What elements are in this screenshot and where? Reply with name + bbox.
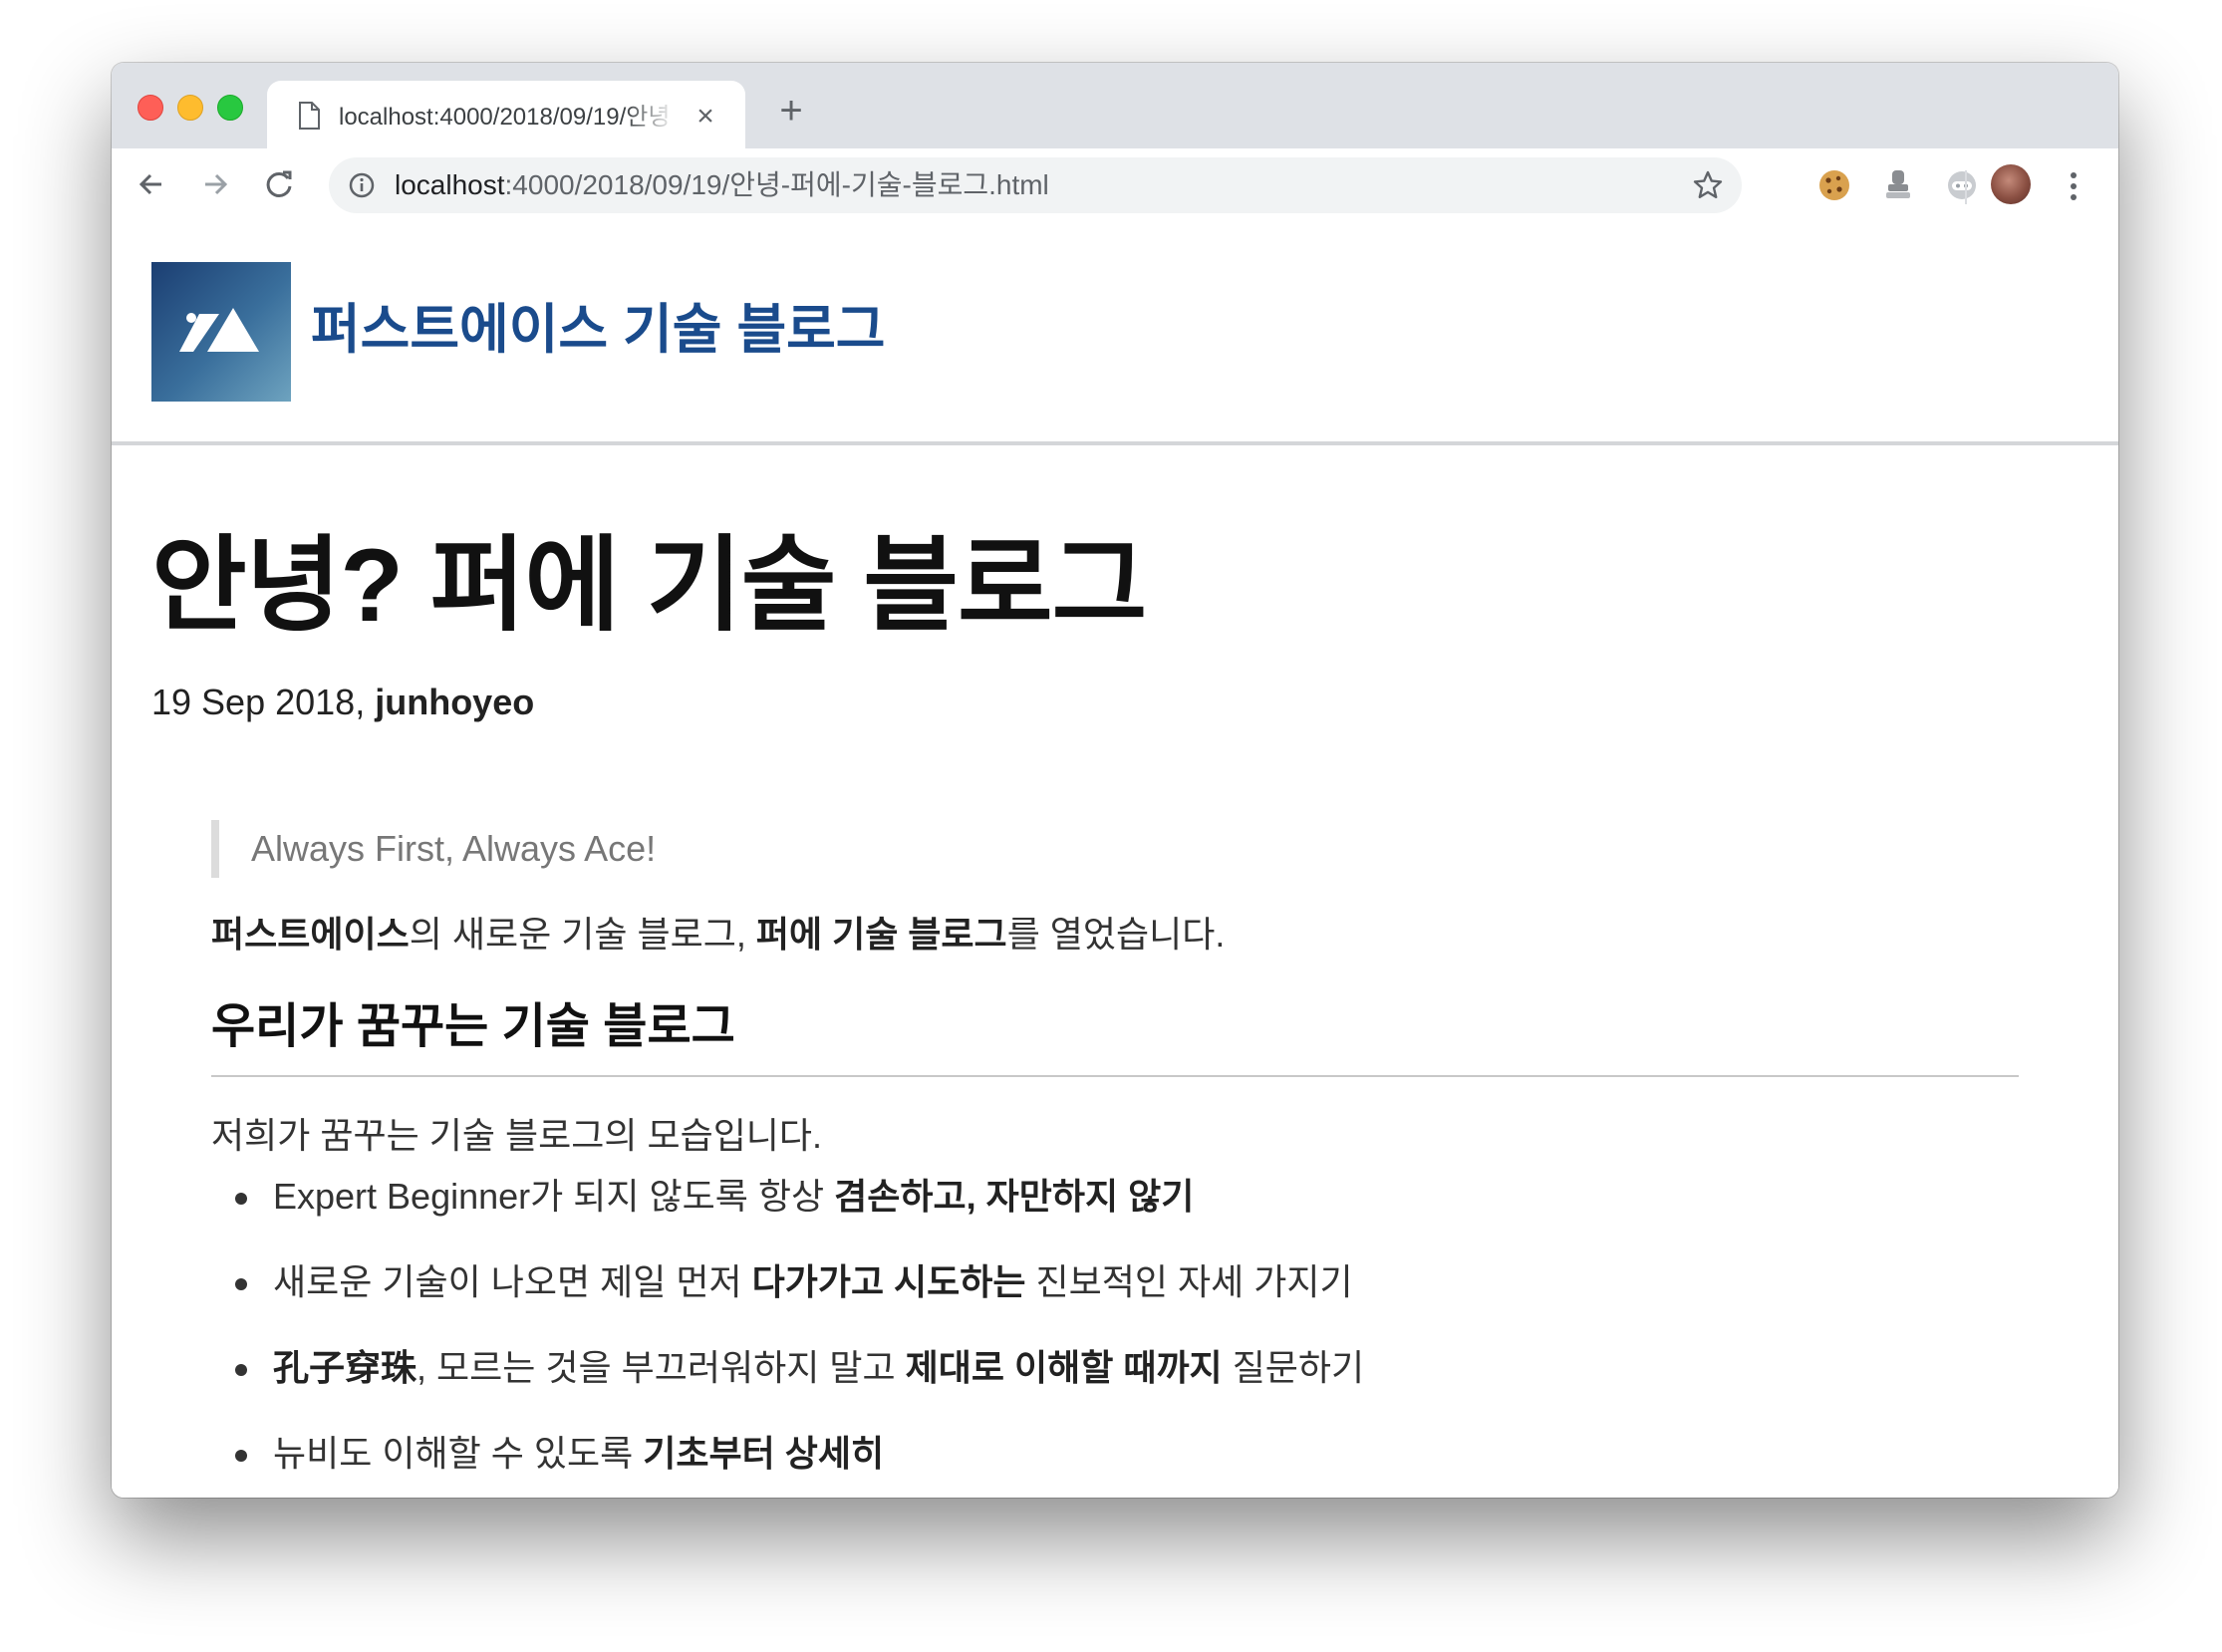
- page-icon: [299, 102, 320, 130]
- intro-company: 퍼스트에이스: [211, 914, 410, 955]
- post-author: junhoyeo: [375, 682, 535, 722]
- bullet: [235, 1278, 247, 1290]
- list-item-text: 뉴비도 이해할 수 있도록: [273, 1433, 644, 1474]
- menu-dots-icon[interactable]: [2059, 164, 2088, 208]
- tab-title-fade: [626, 99, 676, 135]
- browser-window: localhost:4000/2018/09/19/안녕-퍼에-기술-블로그.h…: [112, 63, 2118, 1498]
- list-item-text: Expert Beginner가 되지 않도록 항상: [273, 1176, 835, 1217]
- section-heading: 우리가 꿈꾸는 기술 블로그: [211, 989, 2019, 1077]
- intro-text-2: 를 열었습니다.: [1006, 914, 1226, 955]
- toolbar-separator: [1965, 170, 1967, 204]
- url-text[interactable]: localhost:4000/2018/09/19/안녕-퍼에-기술-블로그.h…: [395, 167, 1049, 203]
- browser-tab[interactable]: localhost:4000/2018/09/19/안녕-퍼에-기술-블로그.h…: [267, 81, 745, 148]
- post-meta: 19 Sep 2018, junhoyeo: [151, 679, 534, 726]
- intro-text-1: 의 새로운 기술 블로그,: [409, 914, 756, 955]
- tab-title: localhost:4000/2018/09/19/안녕-퍼에-기술-블로그.h…: [339, 104, 668, 131]
- site-header: 퍼스트에이스 기술 블로그: [112, 222, 2118, 445]
- list-item-emphasis: 제대로 이해할 때까지: [905, 1347, 1223, 1388]
- back-arrow-icon[interactable]: [130, 162, 173, 206]
- browser-toolbar: localhost:4000/2018/09/19/안녕-퍼에-기술-블로그.h…: [112, 148, 2118, 224]
- forward-arrow-icon[interactable]: [193, 162, 237, 206]
- intro-blog-name: 퍼에 기술 블로그: [755, 914, 1007, 955]
- web-page: 퍼스트에이스 기술 블로그 안녕? 퍼에 기술 블로그 19 Sep 2018,…: [112, 222, 2118, 1498]
- url-path: :4000/2018/09/19/안녕-퍼에-기술-블로그.html: [504, 169, 1049, 200]
- list-item-emphasis: 겸손하고, 자만하지 않기: [834, 1176, 1195, 1217]
- bullet: [235, 1193, 247, 1205]
- site-logo[interactable]: [151, 262, 291, 402]
- star-icon[interactable]: [1692, 169, 1724, 201]
- section-intro: 저희가 꿈꾸는 기술 블로그의 모습입니다.: [211, 1115, 823, 1156]
- ghost-extension-icon[interactable]: [1943, 166, 1981, 204]
- blockquote: Always First, Always Ace!: [211, 820, 656, 878]
- list-item-text: 새로운 기술이 나오면 제일 먼저: [273, 1261, 752, 1302]
- list-item-emphasis: 기초부터 상세히: [643, 1433, 885, 1474]
- address-bar[interactable]: localhost:4000/2018/09/19/안녕-퍼에-기술-블로그.h…: [329, 157, 1742, 213]
- maximize-window-button[interactable]: [217, 95, 243, 121]
- bullet: [235, 1450, 247, 1462]
- list-item-text: , 모르는 것을 부끄러워하지 말고: [417, 1347, 906, 1388]
- stamp-extension-icon[interactable]: [1879, 166, 1917, 204]
- post-date: 19 Sep 2018,: [151, 682, 366, 722]
- intro-paragraph: 퍼스트에이스의 새로운 기술 블로그, 퍼에 기술 블로그를 열었습니다.: [211, 910, 1225, 960]
- list-item-emphasis: 孔子穿珠: [273, 1347, 417, 1388]
- post-title: 안녕? 퍼에 기술 블로그: [151, 528, 1147, 644]
- list-item-text: 진보적인 자세 가지기: [1025, 1261, 1353, 1302]
- info-icon[interactable]: [347, 170, 377, 200]
- avatar[interactable]: [1991, 164, 2031, 204]
- close-icon[interactable]: ×: [686, 97, 725, 137]
- site-title-link[interactable]: 퍼스트에이스 기술 블로그: [311, 294, 886, 366]
- section-heading-text: 우리가 꿈꾸는 기술 블로그: [211, 1000, 735, 1053]
- cookie-extension-icon[interactable]: [1815, 166, 1853, 204]
- list-item-emphasis: 다가가고 시도하는: [751, 1261, 1026, 1302]
- tab-strip: localhost:4000/2018/09/19/안녕-퍼에-기술-블로그.h…: [112, 63, 2118, 148]
- close-window-button[interactable]: [138, 95, 163, 121]
- minimize-window-button[interactable]: [177, 95, 203, 121]
- url-host: localhost: [395, 169, 505, 200]
- plus-icon[interactable]: +: [769, 91, 813, 135]
- reload-icon[interactable]: [257, 162, 301, 206]
- bullet: [235, 1364, 247, 1376]
- logo-mark-icon: [179, 308, 259, 352]
- list-item-text: 질문하기: [1222, 1347, 1365, 1388]
